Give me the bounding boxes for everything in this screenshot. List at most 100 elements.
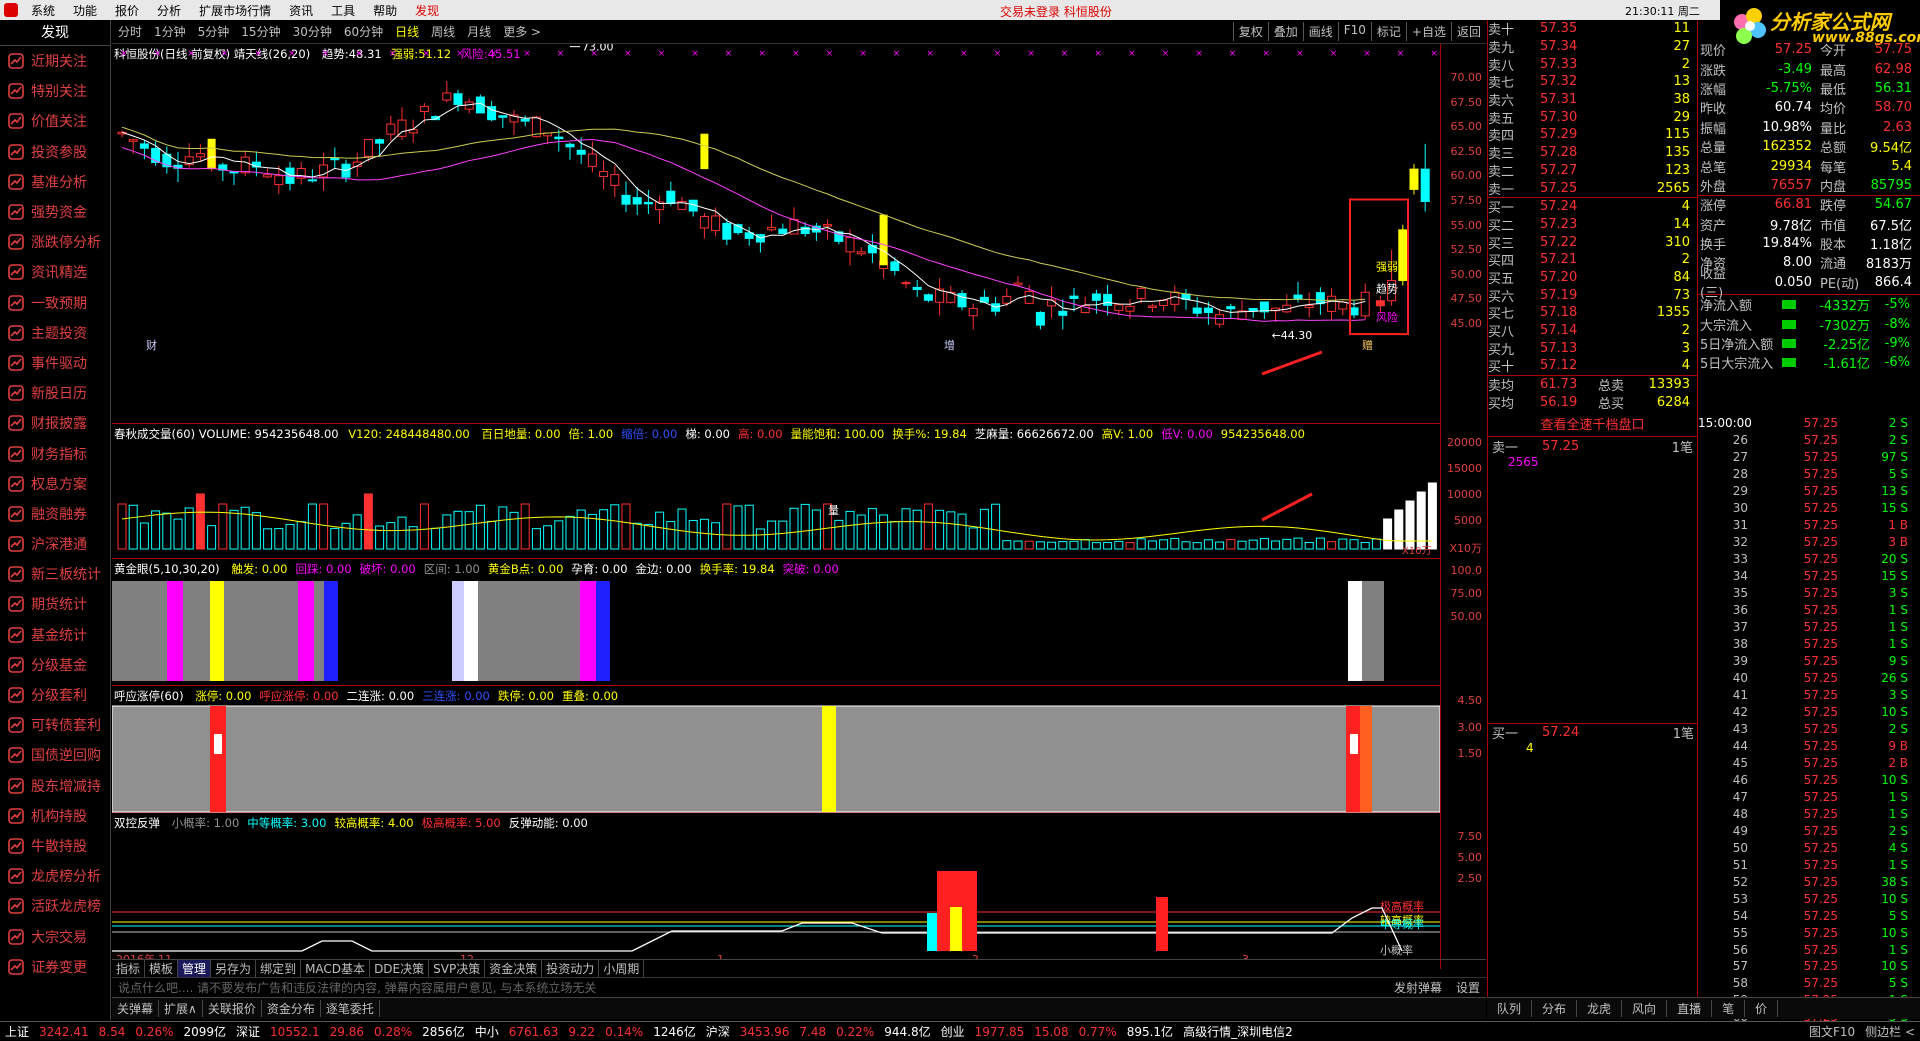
- tab-timeframe-2[interactable]: 5分钟: [192, 23, 236, 40]
- kline-chart[interactable]: × × × × × × × × × × × × × × × × × × × × × × × × × × × × × × × × × × × × × × × ×…: [112, 44, 1440, 424]
- sidebar-item-29[interactable]: 大宗交易: [0, 921, 110, 951]
- orderbook-row[interactable]: 买十 57.12 4: [1488, 357, 1697, 375]
- right-tab-3[interactable]: 风向: [1622, 1000, 1668, 1017]
- candle[interactable]: [263, 174, 273, 178]
- candle[interactable]: [643, 201, 653, 205]
- indicator-tab-0[interactable]: 指标: [112, 960, 146, 977]
- menu-item-4[interactable]: 扩展市场行情: [190, 2, 280, 19]
- candle[interactable]: [520, 118, 530, 122]
- candle[interactable]: [1338, 301, 1348, 310]
- candle[interactable]: [464, 101, 474, 110]
- candle[interactable]: [1226, 306, 1236, 310]
- sidebar-item-16[interactable]: 沪深港通: [0, 529, 110, 559]
- full-depth-link[interactable]: 查看全速千档盘口: [1488, 415, 1697, 437]
- gold-eye-chart[interactable]: [112, 559, 1440, 686]
- toolbar-btn-2[interactable]: 画线: [1302, 22, 1338, 41]
- tool-tab-2[interactable]: 关联报价: [203, 1000, 262, 1017]
- candle[interactable]: [1349, 307, 1359, 316]
- sidebar-item-28[interactable]: 活跃龙虎榜: [0, 891, 110, 921]
- right-tab-4[interactable]: 直播: [1667, 1000, 1713, 1017]
- orderbook-row[interactable]: 卖二 57.27 123: [1488, 162, 1697, 180]
- signal-candle[interactable]: [207, 138, 216, 170]
- menu-item-6[interactable]: 工具: [322, 2, 364, 19]
- sidebar-item-22[interactable]: 可转债套利: [0, 710, 110, 740]
- orderbook-row[interactable]: 卖八 57.33 2: [1488, 55, 1697, 74]
- sidebar-item-8[interactable]: 一致预期: [0, 288, 110, 318]
- flow-row[interactable]: 5日大宗流入 -1.61亿 -6%: [1698, 353, 1920, 372]
- sidebar-item-4[interactable]: 基准分析: [0, 167, 110, 197]
- volume-panel[interactable]: 春秋成交量(60) VOLUME: 954235648.00 V120: 248…: [112, 424, 1440, 559]
- sidebar-item-6[interactable]: 涨跌停分析: [0, 227, 110, 257]
- toolbar-btn-6[interactable]: 返回: [1450, 22, 1486, 41]
- candle[interactable]: [1047, 299, 1057, 307]
- candle[interactable]: [1159, 299, 1169, 306]
- indicator-tab-6[interactable]: DDE决策: [370, 960, 430, 977]
- sidebar-item-18[interactable]: 期货统计: [0, 589, 110, 619]
- tab-timeframe-3[interactable]: 15分钟: [235, 23, 286, 40]
- sidebar-item-24[interactable]: 股东增减持: [0, 771, 110, 801]
- indicator-tab-9[interactable]: 投资动力: [542, 960, 600, 977]
- status-btn-0[interactable]: 图文F10: [1804, 1023, 1860, 1040]
- right-tab-1[interactable]: 分布: [1532, 1000, 1578, 1017]
- candle[interactable]: [195, 153, 205, 158]
- toolbar-btn-1[interactable]: 叠加: [1267, 22, 1303, 41]
- candle[interactable]: [890, 261, 900, 271]
- orderbook-row[interactable]: 买七 57.18 1355: [1488, 304, 1697, 322]
- right-tab-2[interactable]: 龙虎: [1577, 1000, 1623, 1017]
- candle[interactable]: [1360, 291, 1370, 317]
- candle[interactable]: [845, 237, 855, 253]
- indicator-tab-8[interactable]: 资金决策: [485, 960, 543, 977]
- danmu-btn-0[interactable]: 发射弹幕: [1394, 981, 1442, 995]
- toolbar-btn-4[interactable]: 标记: [1370, 22, 1406, 41]
- candle[interactable]: [565, 143, 575, 148]
- sidebar-item-21[interactable]: 分级套利: [0, 680, 110, 710]
- sidebar-item-3[interactable]: 投资参股: [0, 137, 110, 167]
- sidebar-item-0[interactable]: 近期关注: [0, 46, 110, 76]
- sidebar-item-30[interactable]: 证券变更: [0, 952, 110, 982]
- candle[interactable]: [1024, 291, 1034, 304]
- candle[interactable]: [823, 224, 833, 227]
- orderbook-row[interactable]: 卖七 57.32 13: [1488, 73, 1697, 91]
- orderbook-row[interactable]: 买二 57.23 14: [1488, 216, 1697, 234]
- candle[interactable]: [610, 174, 620, 186]
- volume-chart[interactable]: X10万 量: [112, 424, 1440, 559]
- indicator-tab-1[interactable]: 模板: [145, 960, 179, 977]
- candle[interactable]: [1215, 314, 1225, 325]
- flow-row[interactable]: 大宗流入 -7302万 -8%: [1698, 314, 1920, 334]
- candle[interactable]: [363, 139, 373, 157]
- menu-item-8[interactable]: 发现: [406, 2, 448, 19]
- indicator-tab-3[interactable]: 另存为: [211, 960, 257, 977]
- tab-timeframe-0[interactable]: 分时: [112, 23, 148, 40]
- rebound-chart[interactable]: 极高概率较高概率中等概率小概率2016年1112123: [112, 813, 1440, 959]
- candle[interactable]: [599, 171, 609, 178]
- candle[interactable]: [576, 149, 586, 155]
- sidebar-item-13[interactable]: 财务指标: [0, 438, 110, 468]
- tab-timeframe-4[interactable]: 30分钟: [287, 23, 338, 40]
- tab-timeframe-9[interactable]: 更多 >: [497, 23, 547, 40]
- tab-timeframe-5[interactable]: 60分钟: [338, 23, 389, 40]
- danmu-bar[interactable]: 说点什么吧.... 请不要发布广告和违反法律的内容, 弹幕内容属用户意见, 与本…: [112, 977, 1486, 997]
- sidebar-item-23[interactable]: 国债逆回购: [0, 740, 110, 770]
- indicator-tab-10[interactable]: 小周期: [599, 960, 645, 977]
- candle[interactable]: [375, 139, 385, 144]
- candle[interactable]: [778, 228, 788, 235]
- candle[interactable]: [587, 153, 597, 167]
- orderbook-row[interactable]: 买八 57.14 2: [1488, 322, 1697, 340]
- sidebar-item-20[interactable]: 分级基金: [0, 650, 110, 680]
- candle[interactable]: [1035, 311, 1045, 326]
- sidebar-item-19[interactable]: 基金统计: [0, 620, 110, 650]
- candle[interactable]: [923, 294, 933, 301]
- indicator-tab-7[interactable]: SVP决策: [429, 960, 486, 977]
- tab-timeframe-7[interactable]: 周线: [425, 23, 461, 40]
- candle[interactable]: [699, 215, 709, 229]
- candle[interactable]: [1069, 295, 1079, 299]
- candle[interactable]: [229, 171, 239, 174]
- candle[interactable]: [1409, 168, 1419, 190]
- sidebar-item-7[interactable]: 资讯精选: [0, 257, 110, 287]
- candle[interactable]: [1002, 295, 1012, 304]
- indicator-tab-2[interactable]: 管理: [178, 960, 212, 977]
- limit-up-chart[interactable]: [112, 686, 1440, 813]
- candle[interactable]: [856, 251, 866, 255]
- sidebar-head[interactable]: 发现: [0, 20, 110, 46]
- orderbook-row[interactable]: 卖四 57.29 115: [1488, 126, 1697, 144]
